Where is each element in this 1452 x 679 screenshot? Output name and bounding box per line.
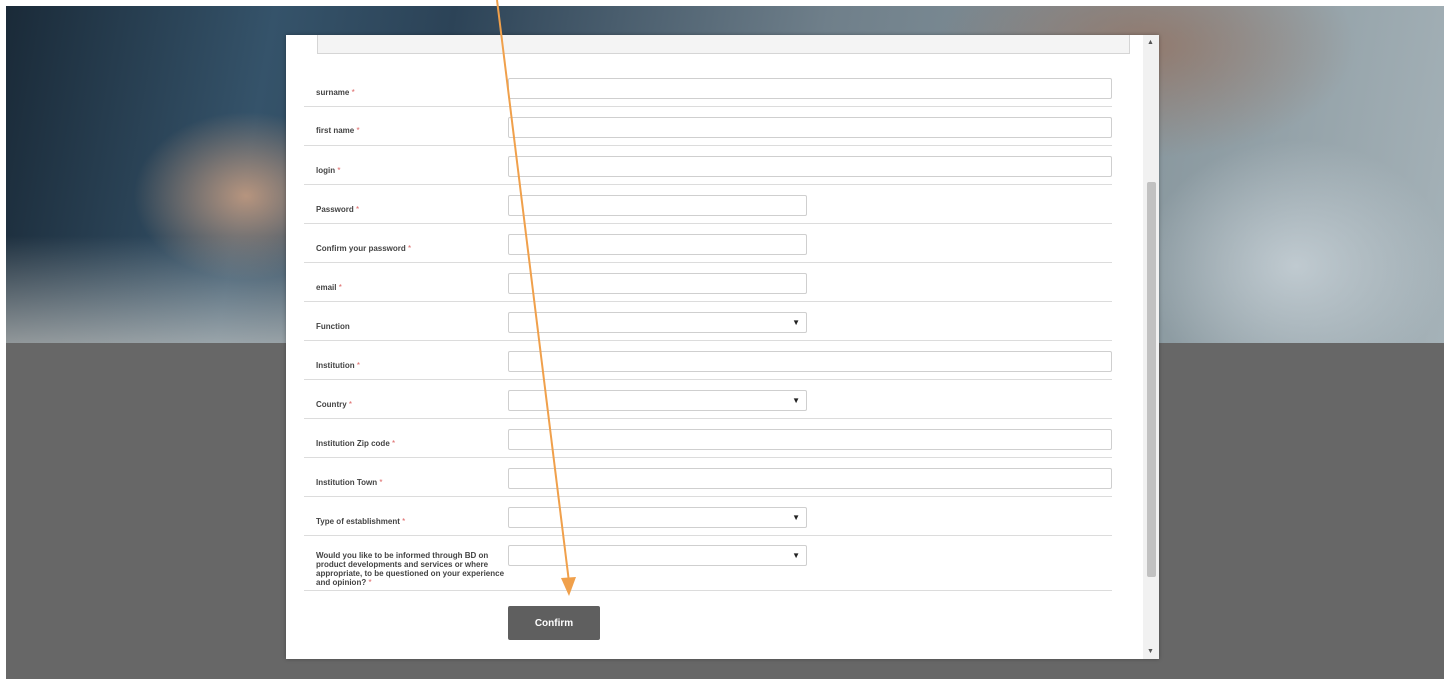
institution-label: Institution * [316,361,361,370]
first-name-label: first name * [316,126,360,135]
row-confirm-password: Confirm your password * [304,224,1112,263]
town-label: Institution Town * [316,478,383,487]
chevron-down-icon: ▼ [792,551,800,560]
row-function: Function ▼ [304,302,1112,341]
marketing-consent-label: Would you like to be informed through BD… [316,551,505,587]
surname-label: surname * [316,88,355,97]
modal-scrollbar[interactable]: ▲ ▼ [1143,35,1159,659]
row-email: email * [304,263,1112,302]
zip-code-input[interactable] [508,429,1112,450]
zip-code-label: Institution Zip code * [316,439,396,448]
row-town: Institution Town * [304,458,1112,497]
registration-modal: surname * first name * login * Password … [286,35,1159,659]
scroll-down-icon[interactable]: ▼ [1147,648,1154,655]
chevron-down-icon: ▼ [792,396,800,405]
town-input[interactable] [508,468,1112,489]
row-first-name: first name * [304,107,1112,146]
chevron-down-icon: ▼ [792,513,800,522]
country-select[interactable]: ▼ [508,390,807,411]
row-zip-code: Institution Zip code * [304,419,1112,458]
confirm-password-label: Confirm your password * [316,244,412,253]
row-password: Password * [304,185,1112,224]
login-input[interactable] [508,156,1112,177]
row-establishment-type: Type of establishment * ▼ [304,497,1112,536]
confirm-password-input[interactable] [508,234,807,255]
chevron-down-icon: ▼ [792,318,800,327]
institution-input[interactable] [508,351,1112,372]
email-label: email * [316,283,342,292]
confirm-button[interactable]: Confirm [508,606,600,640]
country-label: Country * [316,400,353,409]
marketing-consent-select[interactable]: ▼ [508,545,807,566]
row-login: login * [304,146,1112,185]
row-institution: Institution * [304,341,1112,380]
first-name-input[interactable] [508,117,1112,138]
establishment-type-label: Type of establishment * [316,517,406,526]
establishment-type-select[interactable]: ▼ [508,507,807,528]
function-label: Function [316,322,350,331]
scroll-up-icon[interactable]: ▲ [1147,39,1154,46]
row-surname: surname * [304,68,1112,107]
scrollbar-thumb[interactable] [1147,182,1156,577]
password-label: Password * [316,205,360,214]
surname-input[interactable] [508,78,1112,99]
password-input[interactable] [508,195,807,216]
row-country: Country * ▼ [304,380,1112,419]
function-select[interactable]: ▼ [508,312,807,333]
top-input-field[interactable] [317,35,1130,54]
row-marketing-consent: Would you like to be informed through BD… [304,536,1112,591]
email-input[interactable] [508,273,807,294]
login-label: login * [316,166,341,175]
